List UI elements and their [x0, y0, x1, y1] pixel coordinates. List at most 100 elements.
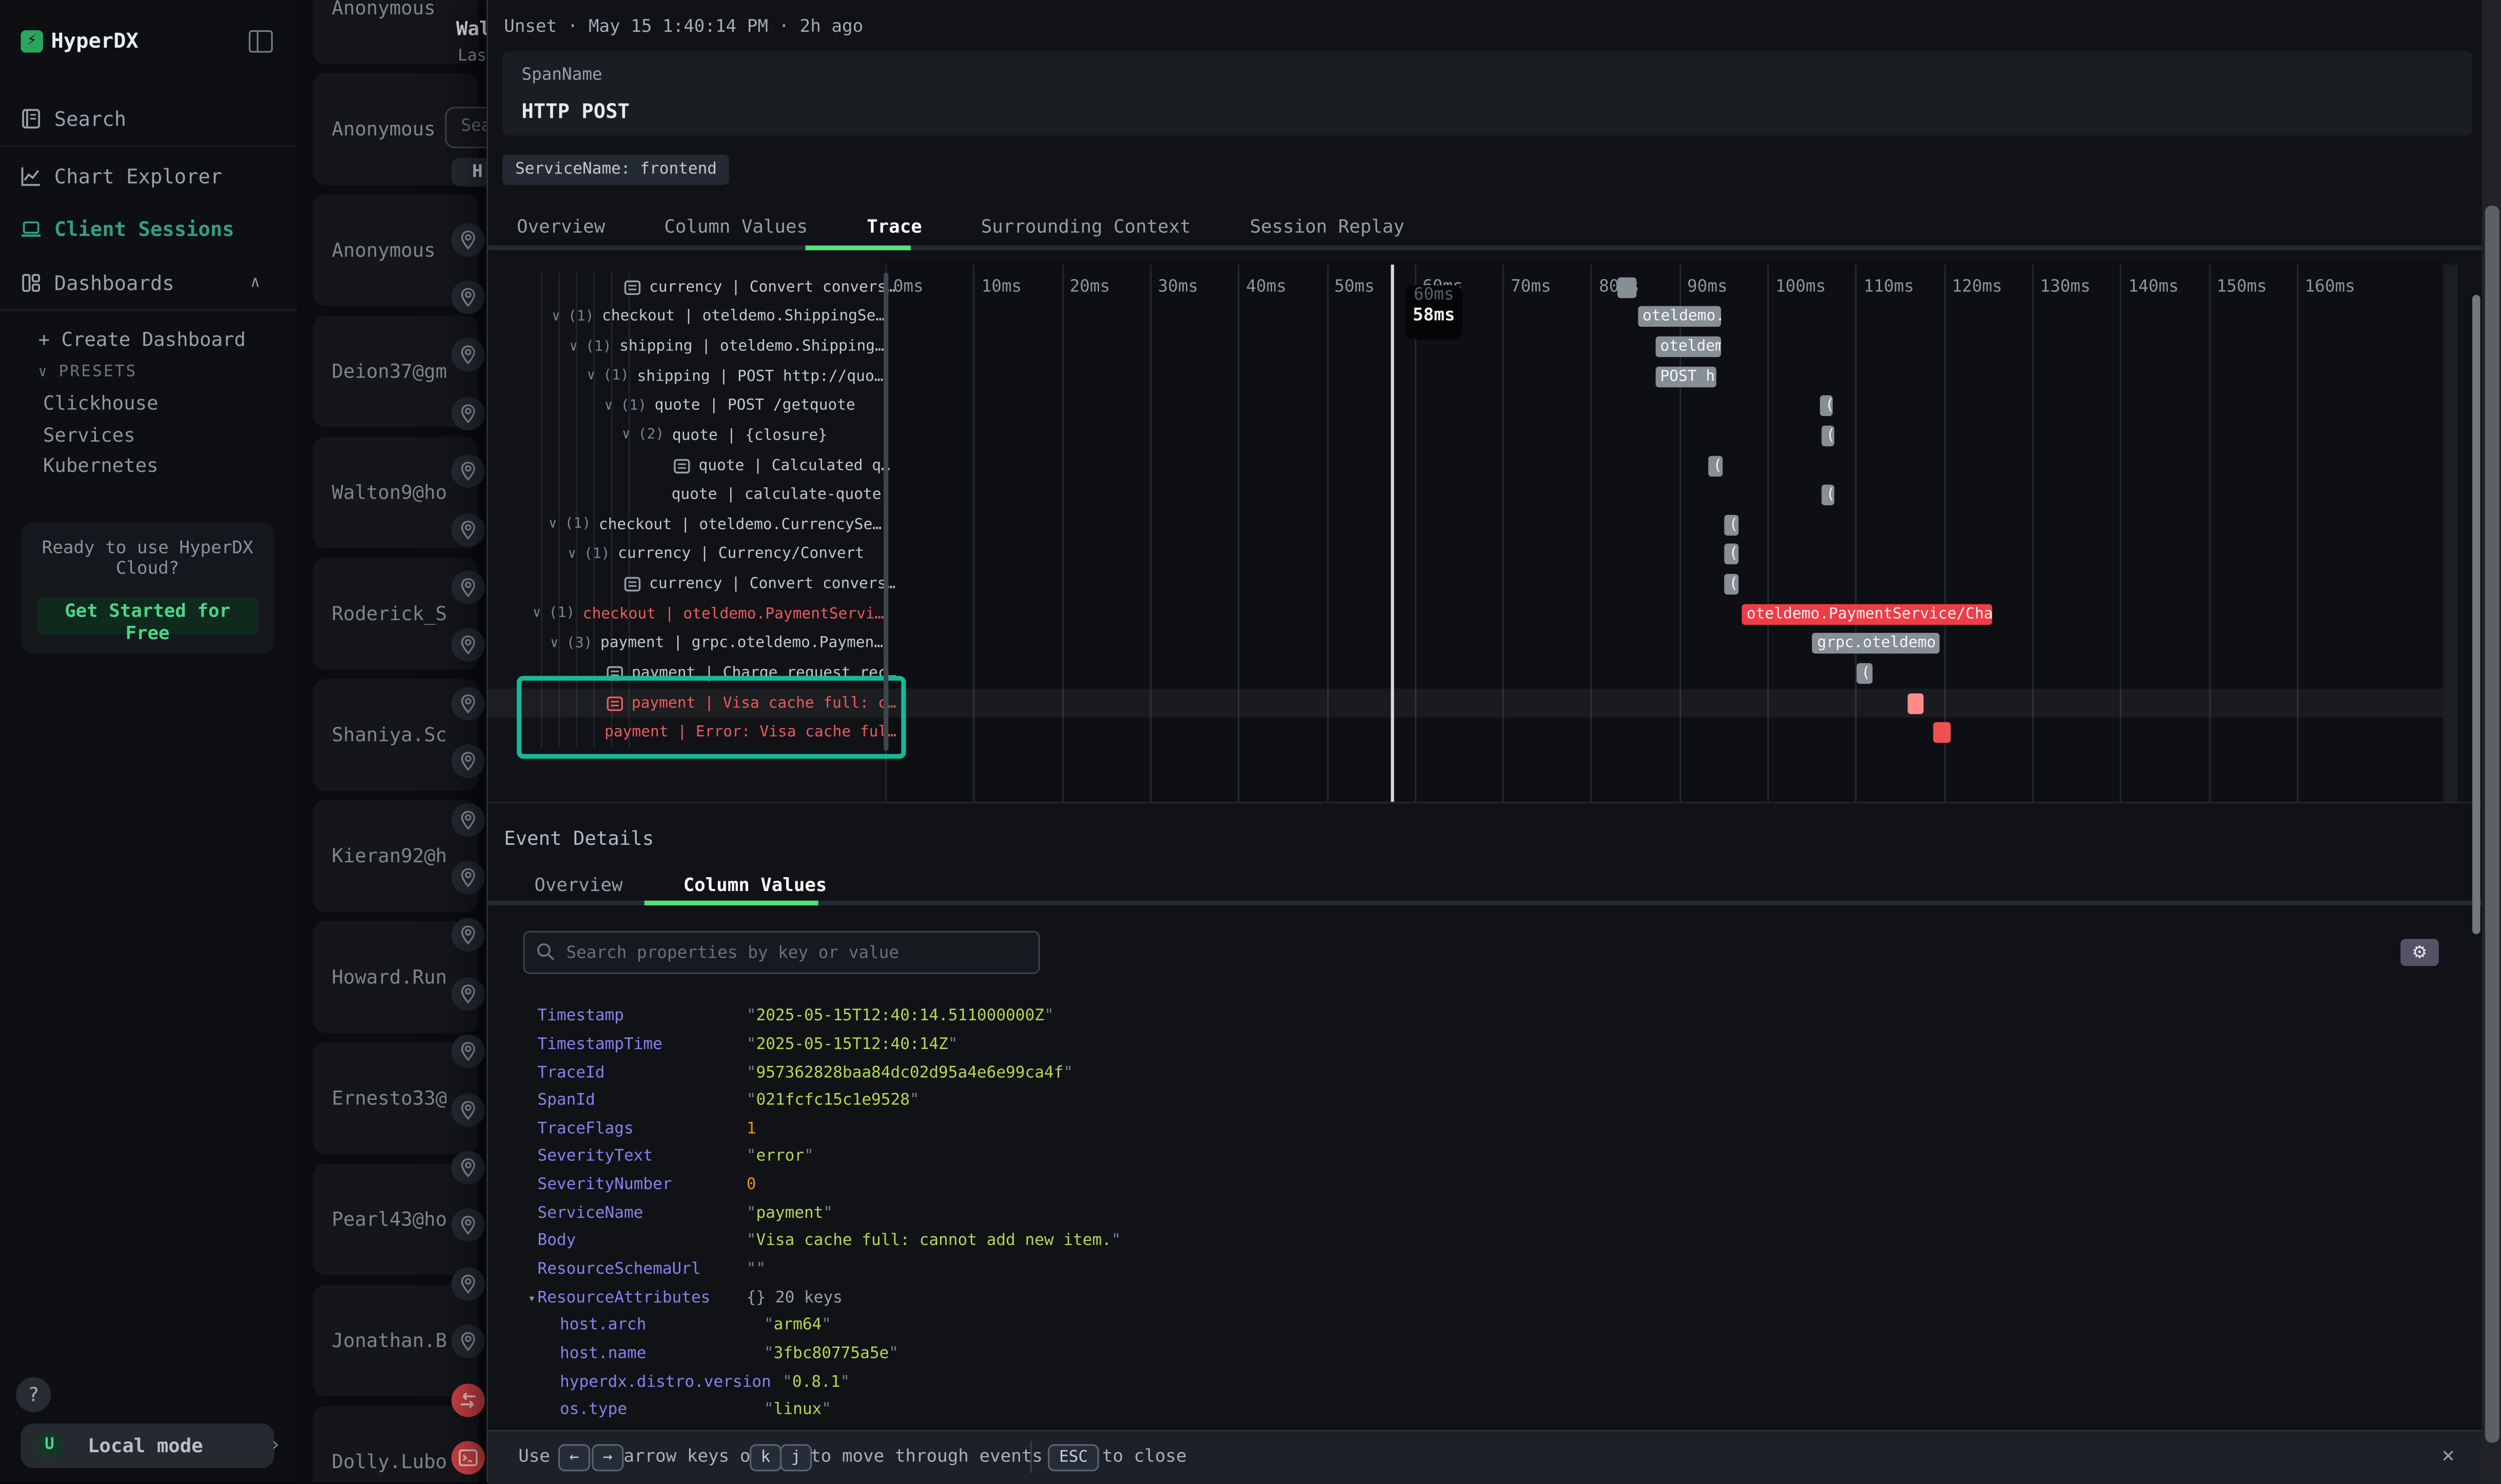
session-user-name: Anonymous — [332, 239, 436, 262]
chevron-down-icon[interactable]: ∨ — [604, 398, 613, 414]
session-event-location-icon[interactable] — [452, 570, 485, 604]
span-bar[interactable] — [1933, 722, 1951, 743]
session-event-location-icon[interactable] — [452, 745, 485, 778]
trace-tree-row[interactable]: ∨(1)checkout | oteldemo.PaymentServi… — [488, 599, 884, 629]
session-event-error-icon[interactable] — [452, 1441, 485, 1474]
session-event-location-icon[interactable] — [452, 1325, 485, 1358]
session-event-location-icon[interactable] — [452, 223, 485, 256]
chevron-down-icon[interactable]: ∨ — [568, 547, 576, 563]
trace-tree-row[interactable]: ∨(1)quote | POST /getquote — [488, 391, 855, 421]
session-event-location-icon[interactable] — [452, 1093, 485, 1126]
session-event-location-icon[interactable] — [452, 339, 485, 372]
chevron-down-icon[interactable]: ∨ — [622, 428, 630, 444]
span-bar[interactable]: POST ht — [1655, 366, 1716, 387]
session-event-location-icon[interactable] — [452, 1209, 485, 1242]
trace-tree-row[interactable]: quote | calculate-quote — [488, 481, 881, 510]
chevron-down-icon[interactable]: ∨ — [533, 606, 541, 622]
session-event-location-icon[interactable] — [452, 1151, 485, 1184]
span-bar[interactable] — [1617, 277, 1637, 298]
presets-toggle[interactable]: ∨ PRESETS — [38, 364, 138, 381]
property-value: 1 — [747, 1116, 756, 1144]
span-bar[interactable]: oteldemo. — [1638, 307, 1722, 327]
user-menu[interactable]: U Local mode › — [21, 1423, 274, 1468]
create-dashboard-button[interactable]: + Create Dashboard — [38, 328, 246, 351]
session-event-location-icon[interactable] — [452, 281, 485, 314]
span-bar[interactable]: ( — [1821, 485, 1834, 505]
session-card[interactable]: Dolly.Lubo — [312, 1406, 478, 1482]
session-event-location-icon[interactable] — [452, 512, 485, 546]
chevron-down-icon[interactable]: ∨ — [549, 517, 557, 533]
event-details-tab-overview[interactable]: Overview — [534, 865, 622, 900]
session-event-error-icon[interactable] — [452, 1383, 485, 1416]
session-search-input[interactable]: Sea — [445, 107, 486, 148]
span-bar[interactable]: ( — [1724, 574, 1738, 595]
span-bar[interactable]: ( — [1724, 515, 1738, 535]
trace-tree-row[interactable]: ∨(1)checkout | oteldemo.CurrencySe… — [488, 510, 882, 540]
tab-trace[interactable]: Trace — [867, 207, 922, 246]
trace-tree-row[interactable]: ∨(2)quote | {closure} — [488, 421, 827, 451]
window-scrollbar-thumb[interactable] — [2484, 206, 2498, 1442]
sidebar-preset-services[interactable]: Services — [43, 423, 135, 446]
location-pin-icon — [458, 1273, 478, 1294]
property-row: TimestampTime"2025-05-15T12:40:14Z" — [488, 1031, 2466, 1059]
drawer-scrollbar-thumb[interactable] — [2472, 295, 2480, 934]
session-event-location-icon[interactable] — [452, 686, 485, 720]
session-event-location-icon[interactable] — [452, 454, 485, 488]
session-event-location-icon[interactable] — [452, 803, 485, 836]
session-event-location-icon[interactable] — [452, 397, 485, 430]
span-bar[interactable]: ( — [1857, 663, 1872, 684]
trace-tree-row[interactable]: quote | Calculated q… — [488, 451, 890, 481]
arrow-left-keycap: ← — [558, 1444, 590, 1471]
trace-tree-row[interactable]: ∨(1)currency | Currency/Convert — [488, 540, 864, 569]
sidebar-item-dashboards[interactable]: Dashboards∧ — [0, 263, 297, 305]
property-row[interactable]: ▾ResourceAttributes{} 20 keys — [488, 1284, 2466, 1313]
trace-tree-row[interactable]: ∨(3)payment | grpc.oteldemo.Paymen… — [488, 629, 883, 659]
sidebar-item-search[interactable]: Search — [0, 99, 297, 141]
chevron-down-icon[interactable]: ∨ — [570, 339, 578, 355]
help-button[interactable]: ? — [16, 1377, 51, 1412]
trace-tree-row[interactable]: currency | Convert convers… — [488, 272, 895, 302]
session-event-location-icon[interactable] — [452, 977, 485, 1010]
span-bar[interactable]: ( — [1708, 455, 1723, 476]
trace-tree-row[interactable]: currency | Convert convers… — [488, 569, 895, 599]
session-event-location-icon[interactable] — [452, 919, 485, 952]
tab-overview[interactable]: Overview — [517, 207, 605, 246]
tab-column-values[interactable]: Column Values — [664, 207, 808, 246]
gear-icon[interactable]: ⚙ — [2400, 939, 2439, 966]
chevron-down-icon[interactable]: ∨ — [552, 309, 560, 325]
get-started-button[interactable]: Get Started for Free — [36, 598, 258, 634]
sidebar-collapse-icon[interactable] — [249, 30, 273, 53]
span-bar[interactable]: oteldemo.PaymentService/Char — [1742, 604, 1992, 624]
caret-down-icon[interactable]: ▾ — [528, 1284, 536, 1313]
tab-session-replay[interactable]: Session Replay — [1250, 207, 1404, 246]
tab-surrounding-context[interactable]: Surrounding Context — [981, 207, 1191, 246]
event-details-tab-column-values[interactable]: Column Values — [683, 865, 827, 900]
chevron-down-icon[interactable]: ∨ — [550, 636, 558, 651]
service-name-chip[interactable]: ServiceName: frontend — [502, 154, 730, 185]
session-event-location-icon[interactable] — [452, 628, 485, 662]
sidebar-item-chart-explorer[interactable]: Chart Explorer — [0, 156, 297, 198]
tree-scrollbar[interactable] — [884, 272, 888, 750]
span-bar[interactable]: ( — [1821, 426, 1834, 446]
sidebar-preset-kubernetes[interactable]: Kubernetes — [43, 454, 159, 477]
span-bar[interactable]: grpc.oteldemo. — [1812, 634, 1940, 654]
span-bar[interactable]: ( — [1821, 396, 1833, 417]
sidebar-preset-clickhouse[interactable]: Clickhouse — [43, 392, 159, 414]
session-filter-chip[interactable]: H — [452, 158, 486, 187]
chevron-down-icon[interactable]: ∨ — [587, 368, 595, 384]
span-bar[interactable]: ( — [1724, 544, 1738, 565]
trace-tree-row[interactable]: ∨(1)shipping | POST http://quo… — [488, 362, 883, 391]
sidebar-item-client-sessions[interactable]: Client Sessions — [0, 209, 297, 250]
trace-tree-row[interactable]: ∨(1)shipping | oteldemo.Shipping… — [488, 332, 884, 362]
close-icon[interactable]: ✕ — [2432, 1442, 2458, 1468]
session-event-location-icon[interactable] — [452, 1267, 485, 1300]
property-search-input[interactable] — [563, 934, 1032, 971]
session-event-location-icon[interactable] — [452, 1035, 485, 1068]
session-card[interactable]: Anonymous — [312, 0, 478, 64]
session-event-location-icon[interactable] — [452, 861, 485, 894]
trace-tree-row[interactable]: ∨(1)checkout | oteldemo.ShippingSe… — [488, 302, 885, 332]
timeline-gridline — [1062, 265, 1063, 802]
span-bar[interactable]: oteldemo — [1655, 337, 1722, 357]
span-bar[interactable] — [1908, 693, 1924, 714]
span-label: checkout | oteldemo.CurrencySe… — [599, 516, 882, 533]
